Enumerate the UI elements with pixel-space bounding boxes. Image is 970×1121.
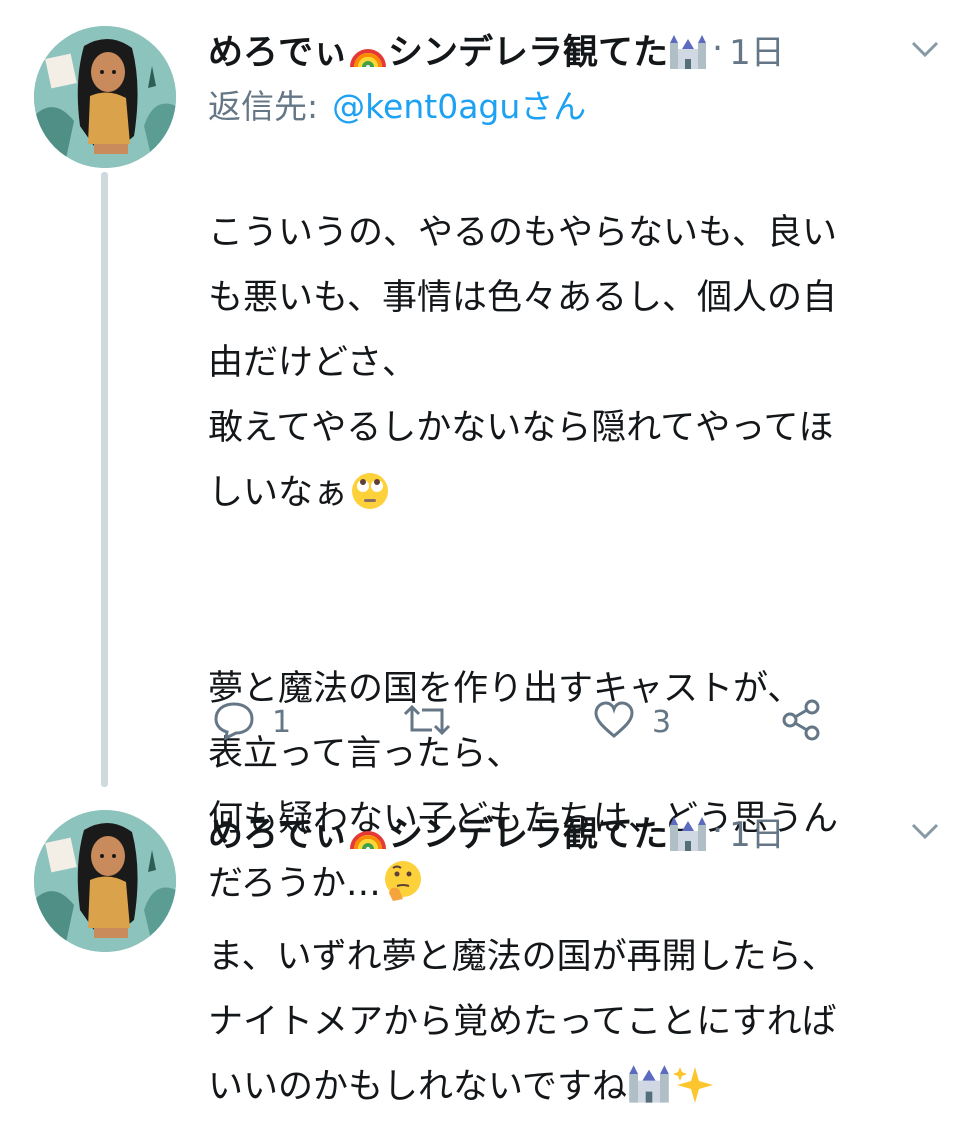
share-button[interactable] bbox=[780, 694, 824, 750]
avatar[interactable] bbox=[34, 810, 176, 952]
reply-button[interactable]: 1 bbox=[212, 694, 291, 750]
chevron-down-icon[interactable] bbox=[910, 821, 940, 841]
tweet-header: めろでぃ シンデレラ観てた · 1日 bbox=[208, 804, 940, 858]
reply-context: 返信先: @kent0aguさん bbox=[208, 76, 940, 132]
tweet-actions: 1 3 bbox=[212, 694, 862, 750]
display-name[interactable]: めろでぃ シンデレラ観てた bbox=[208, 806, 708, 857]
avatar[interactable] bbox=[34, 26, 176, 168]
sparkles-emoji bbox=[671, 1056, 715, 1121]
tweet-text: ま、いずれ夢と魔法の国が再開したら、 ナイトメアから覚めたってことにすれば いい… bbox=[208, 860, 940, 1121]
reply-icon bbox=[212, 700, 256, 744]
like-button[interactable]: 3 bbox=[592, 694, 671, 750]
separator-dot: · bbox=[712, 29, 724, 69]
chevron-down-icon[interactable] bbox=[910, 39, 940, 59]
retweet-icon bbox=[402, 700, 452, 744]
display-name[interactable]: めろでぃ シンデレラ観てた bbox=[208, 24, 708, 75]
tweet-text: こういうの、やるのもやらないも、良い も悪いも、事情は色々あるし、個人の自 由だ… bbox=[208, 136, 940, 527]
thread-line bbox=[101, 172, 108, 787]
retweet-button[interactable] bbox=[402, 694, 468, 750]
reply-label: 返信先: bbox=[208, 87, 319, 126]
rainbow-emoji bbox=[348, 816, 388, 856]
tweet-2[interactable]: めろでぃ シンデレラ観てた · 1日 ま、いずれ夢と魔法の国が再開したら、 ナイト… bbox=[0, 800, 970, 1107]
tweet-header: めろでぃ シンデレラ観てた · 1日 bbox=[208, 22, 940, 76]
rolling-eyes-emoji bbox=[348, 462, 392, 527]
like-count: 3 bbox=[652, 704, 672, 740]
tweet-time[interactable]: 1日 bbox=[729, 807, 785, 856]
reply-count: 1 bbox=[272, 704, 292, 740]
castle-emoji bbox=[627, 1056, 671, 1121]
share-icon bbox=[780, 698, 824, 746]
rainbow-emoji bbox=[348, 34, 388, 74]
castle-emoji bbox=[668, 816, 708, 856]
heart-icon bbox=[592, 700, 636, 744]
separator-dot: · bbox=[712, 811, 724, 851]
tweet-content: めろでぃ シンデレラ観てた · 1日 ま、いずれ夢と魔法の国が再開したら、 ナイト… bbox=[208, 804, 940, 1121]
tweet-1[interactable]: めろでぃ シンデレラ観てた · 1日 返信先: @kent0aguさん こういうの… bbox=[0, 0, 970, 904]
tweet-time[interactable]: 1日 bbox=[729, 25, 785, 74]
reply-handle-link[interactable]: @kent0aguさん bbox=[332, 80, 586, 128]
tweet-content: めろでぃ シンデレラ観てた · 1日 返信先: @kent0aguさん こういうの… bbox=[208, 22, 940, 917]
castle-emoji bbox=[668, 34, 708, 74]
